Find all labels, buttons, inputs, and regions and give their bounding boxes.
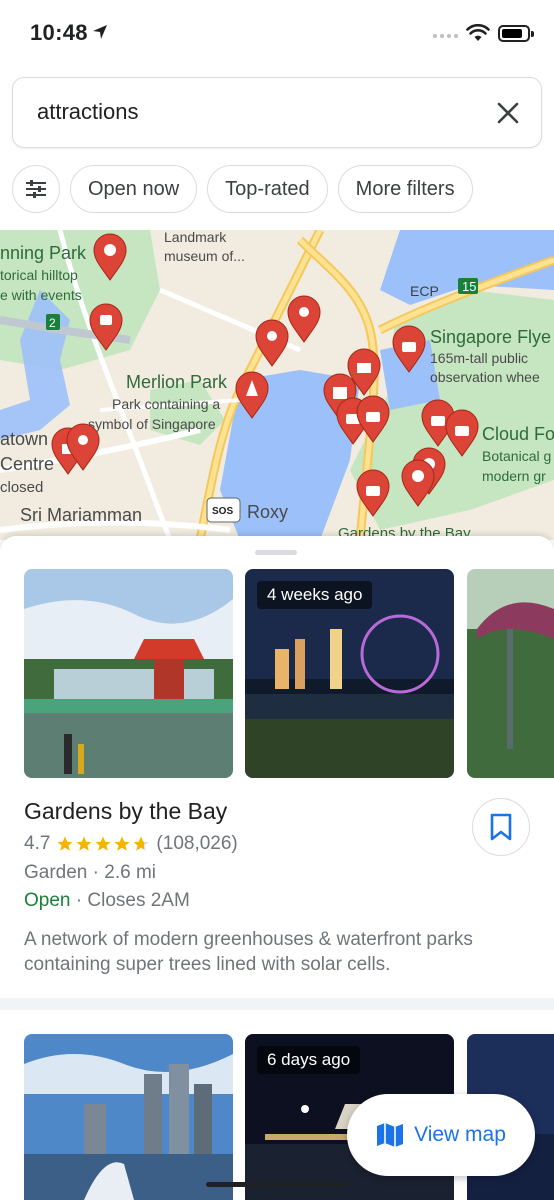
- search-input[interactable]: attractions: [37, 99, 139, 125]
- map-label-chinatown: atown: [0, 429, 48, 449]
- map-view[interactable]: 15 2 Landmark museum of... nning Park to…: [0, 230, 554, 540]
- closing-time: · Closes 2AM: [75, 890, 190, 911]
- result-title[interactable]: Gardens by the Bay: [24, 798, 227, 825]
- map-label-cloud-desc1: Botanical g: [482, 448, 551, 464]
- place-description: A network of modern greenhouses & waterf…: [24, 929, 473, 975]
- map-label-flyer-desc1: 165m-tall public: [430, 350, 528, 366]
- view-map-label: View map: [414, 1123, 506, 1146]
- photo-age-badge: 6 days ago: [257, 1046, 361, 1074]
- map-label-cloud-forest: Cloud Fo: [482, 424, 554, 444]
- wifi-icon: [466, 24, 490, 41]
- map-label-closed: closed: [0, 479, 43, 496]
- cellular-signal-icon: [433, 34, 458, 38]
- rating-row: 4.7 (108,026): [24, 833, 238, 855]
- map-label-hilltop: torical hilltop: [0, 267, 78, 283]
- map-route-2: 2: [49, 316, 56, 330]
- map-label-events: e with events: [0, 287, 82, 303]
- result-photo[interactable]: [467, 569, 554, 778]
- map-label-centre: Centre: [0, 454, 54, 474]
- map-label-canning-park: nning Park: [0, 243, 87, 263]
- open-status: Open: [24, 890, 71, 911]
- rating-value: 4.7: [24, 833, 51, 854]
- hours-row: Open · Closes 2AM: [24, 890, 190, 912]
- map-label-merlion-park: Merlion Park: [126, 372, 228, 392]
- chip-more-filters[interactable]: More filters: [337, 165, 473, 213]
- map-label-sri-mariamman: Sri Mariamman: [20, 505, 142, 525]
- review-count: (108,026): [156, 833, 238, 854]
- chip-top-rated[interactable]: Top-rated: [207, 165, 328, 213]
- map-label-cloud-desc2: modern gr: [482, 468, 546, 484]
- map-sos-badge: SOS: [212, 506, 233, 517]
- save-button[interactable]: [472, 798, 530, 856]
- filter-chips: Open now Top-rated More filters: [12, 165, 473, 213]
- map-label-merlion-desc2: symbol of Singapore: [88, 416, 216, 432]
- tune-icon: [26, 180, 46, 198]
- star-rating-icon: [56, 835, 150, 853]
- map-label-roxy: Roxy: [247, 502, 288, 522]
- map-label-flyer-desc2: observation whee: [430, 369, 540, 385]
- result-photo[interactable]: [24, 1034, 233, 1200]
- map-label-museum: museum of...: [164, 248, 245, 264]
- clear-search-icon[interactable]: [495, 100, 521, 126]
- place-type-distance: Garden · 2.6 mi: [24, 862, 156, 883]
- search-box[interactable]: attractions: [12, 77, 542, 148]
- map-label-ecp: ECP: [410, 283, 439, 299]
- result-divider: [0, 998, 554, 1010]
- chip-open-now[interactable]: Open now: [70, 165, 198, 213]
- bookmark-icon: [490, 813, 512, 841]
- location-arrow-icon: [93, 25, 107, 39]
- filter-settings-button[interactable]: [12, 165, 60, 213]
- sheet-drag-handle[interactable]: [255, 550, 297, 555]
- battery-icon: [498, 25, 534, 42]
- view-map-button[interactable]: View map: [347, 1094, 535, 1176]
- photo-age-badge: 4 weeks ago: [257, 581, 373, 609]
- map-label-landmark: Landmark: [164, 230, 227, 245]
- map-label-merlion-desc1: Park containing a: [112, 396, 220, 412]
- map-label-singapore-flyer: Singapore Flye: [430, 327, 551, 347]
- status-time: 10:48: [30, 20, 88, 45]
- result-photo[interactable]: [24, 569, 233, 778]
- map-route-15: 15: [462, 279, 476, 294]
- result-photo[interactable]: 4 weeks ago: [245, 569, 454, 778]
- home-indicator: [206, 1182, 350, 1187]
- map-icon: [377, 1123, 404, 1147]
- status-bar: 10:48: [0, 0, 554, 68]
